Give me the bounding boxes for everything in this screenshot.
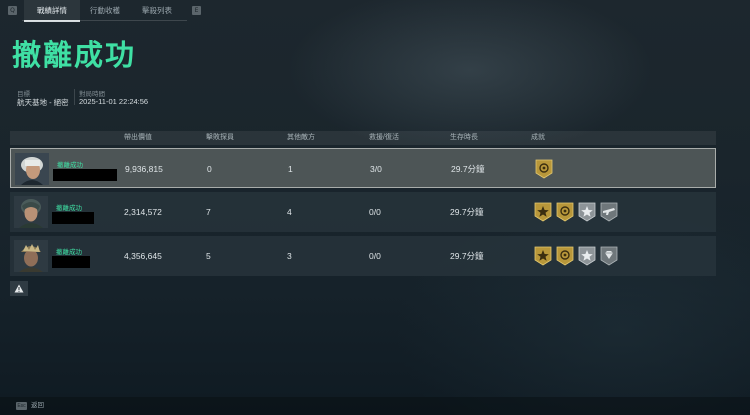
other-enemies-cell: 4	[287, 207, 292, 217]
silver-diamond-medal-icon[interactable]	[600, 246, 618, 266]
extract-status: 撤離成功	[56, 249, 82, 256]
value-cell: 2,314,572	[124, 207, 162, 217]
survival-time-cell: 29.7分鐘	[451, 164, 485, 174]
gold-medal-icon[interactable]	[556, 202, 574, 222]
player-avatar	[14, 196, 48, 228]
table-row[interactable]: 撤離成功 2,314,572 7 4 0/0 29.7分鐘	[10, 192, 716, 232]
table-header: 帶出價值 擊敗探員 其他敵方 救援/復活 生存時長 成就	[10, 131, 716, 145]
rescue-cell: 0/0	[369, 251, 381, 261]
header-other-enemies: 其他敵方	[287, 134, 315, 141]
gold-star-medal-icon[interactable]	[534, 246, 552, 266]
meta-divider	[74, 89, 75, 105]
match-time-value: 2025-11-01 22:24:56	[79, 97, 149, 106]
extract-status: 撤離成功	[57, 162, 83, 169]
kills-cell: 7	[206, 207, 211, 217]
gold-medal-icon[interactable]	[556, 246, 574, 266]
gold-medal-icon[interactable]	[535, 159, 553, 179]
rescue-cell: 0/0	[369, 207, 381, 217]
target-value: 航天基地 - 絕密	[17, 98, 69, 107]
top-tab-bar: Q 戰績詳情 行動收穫 擊殺列表 E	[0, 0, 750, 22]
extract-status: 撤離成功	[56, 205, 82, 212]
silver-gun-medal-icon[interactable]	[600, 202, 618, 222]
back-button[interactable]: 返回	[31, 401, 44, 411]
tab-prev-key[interactable]: Q	[8, 6, 17, 15]
rescue-cell: 3/0	[370, 164, 382, 174]
redacted-player-name	[52, 212, 94, 224]
header-survival-time: 生存時長	[450, 134, 478, 141]
header-achievements: 成就	[531, 134, 545, 141]
value-cell: 9,936,815	[125, 164, 163, 174]
header-kills: 擊敗探員	[206, 134, 234, 141]
tab-next-key[interactable]: E	[192, 6, 201, 15]
tab-kill-list[interactable]: 擊殺列表	[130, 0, 184, 20]
warning-icon	[14, 284, 24, 293]
tab-underline	[22, 20, 187, 21]
silver-star-medal-icon[interactable]	[578, 202, 596, 222]
other-enemies-cell: 3	[287, 251, 292, 261]
player-avatar	[14, 240, 48, 272]
redacted-player-name	[53, 169, 117, 181]
table-row[interactable]: 撤離成功 9,936,815 0 1 3/0 29.7分鐘	[10, 148, 716, 188]
tab-action-rewards[interactable]: 行動收穫	[80, 0, 130, 20]
kills-cell: 0	[207, 164, 212, 174]
tab-battle-details[interactable]: 戰績詳情	[24, 0, 80, 22]
gold-star-medal-icon[interactable]	[534, 202, 552, 222]
table-row[interactable]: 撤離成功 4,356,645 5 3 0/0 29.7分鐘	[10, 236, 716, 276]
bottom-bar: Esc 返回	[0, 397, 750, 415]
silver-star-medal-icon[interactable]	[578, 246, 596, 266]
other-enemies-cell: 1	[288, 164, 293, 174]
header-rescue: 救援/復活	[369, 134, 399, 141]
esc-key[interactable]: Esc	[16, 402, 27, 410]
player-avatar	[15, 153, 49, 185]
kills-cell: 5	[206, 251, 211, 261]
value-cell: 4,356,645	[124, 251, 162, 261]
survival-time-cell: 29.7分鐘	[450, 207, 484, 217]
warning-button[interactable]	[10, 281, 28, 296]
header-value: 帶出價值	[124, 134, 152, 141]
survival-time-cell: 29.7分鐘	[450, 251, 484, 261]
page-title: 撤離成功	[12, 40, 137, 72]
redacted-player-name	[52, 256, 90, 268]
